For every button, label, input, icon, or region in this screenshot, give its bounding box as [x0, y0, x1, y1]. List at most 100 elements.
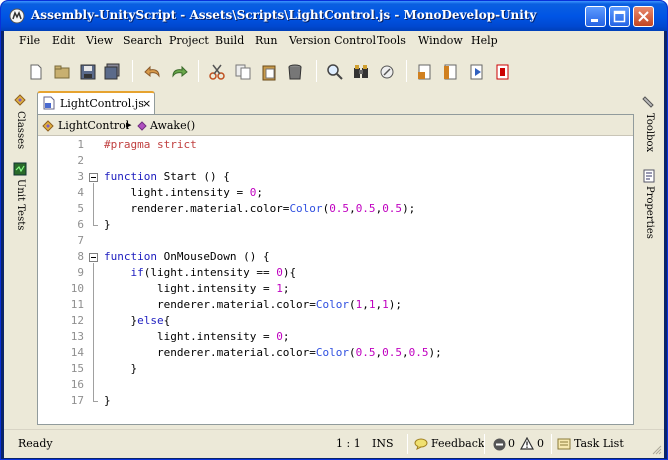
code-line: light.intensity = 1;: [104, 282, 290, 295]
line-number: 5: [77, 202, 84, 215]
status-bar: Ready 1 : 1 INS Feedback 0 0 Task List: [4, 429, 664, 457]
properties-pad-tab[interactable]: Properties: [644, 186, 655, 239]
replace-icon[interactable]: [378, 63, 396, 81]
code-area[interactable]: 1 2 3 4 5 6 7 8 9 10 11 12 13 14 15 16 1: [38, 137, 633, 424]
line-number: 7: [77, 234, 84, 247]
line-number: 12: [70, 314, 84, 327]
menu-file[interactable]: File: [19, 34, 40, 47]
code-line: renderer.material.color=Color(0.5,0.5,0.…: [104, 346, 442, 359]
menu-project[interactable]: Project: [169, 34, 209, 47]
line-number: 13: [70, 330, 84, 343]
close-button[interactable]: [633, 6, 654, 27]
warning-icon: [520, 437, 534, 450]
code-line: #pragma strict: [104, 138, 197, 151]
warning-count[interactable]: 0: [537, 437, 544, 450]
line-number: 11: [70, 298, 84, 311]
build-icon[interactable]: [416, 63, 434, 81]
line-number: 15: [70, 362, 84, 375]
toolbox-pad-tab[interactable]: Toolbox: [644, 113, 655, 152]
tab-close-icon[interactable]: ×: [142, 97, 151, 110]
code-line: }: [104, 362, 138, 375]
menu-edit[interactable]: Edit: [52, 34, 75, 47]
line-number: 4: [77, 186, 84, 199]
code-line: light.intensity = 0;: [104, 330, 290, 343]
find-icon[interactable]: [326, 63, 344, 81]
save-all-icon[interactable]: [103, 63, 121, 81]
maximize-icon: [613, 10, 626, 23]
status-separator: [551, 434, 552, 454]
breadcrumb-method[interactable]: Awake(): [150, 119, 195, 132]
method-icon: [137, 121, 147, 131]
find-in-files-icon[interactable]: [352, 63, 370, 81]
toolbar-separator: [198, 60, 199, 82]
menu-window[interactable]: Window: [418, 34, 463, 47]
menu-version-control[interactable]: Version Control: [289, 34, 376, 47]
code-line: function OnMouseDown () {: [104, 250, 270, 263]
line-number: 1: [77, 138, 84, 151]
menu-tools[interactable]: Tools: [377, 34, 406, 47]
window-title: Assembly-UnityScript - Assets\Scripts\Li…: [31, 8, 537, 22]
save-icon[interactable]: [79, 63, 97, 81]
code-text[interactable]: #pragma strict function Start () { light…: [104, 137, 624, 424]
feedback-button[interactable]: Feedback: [431, 437, 485, 450]
run-icon[interactable]: [442, 63, 460, 81]
fold-margin: [88, 137, 100, 424]
error-count[interactable]: 0: [508, 437, 515, 450]
delete-icon[interactable]: [286, 63, 304, 81]
insert-mode: INS: [372, 437, 394, 450]
classes-icon: [14, 94, 26, 106]
line-number: 17: [70, 394, 84, 407]
fold-toggle-start[interactable]: [89, 173, 98, 182]
cursor-position: 1 : 1: [336, 437, 361, 450]
editor: LightControl ▸ Awake() 1 2 3 4 5 6 7 8 9…: [37, 114, 634, 425]
menu-build[interactable]: Build: [215, 34, 244, 47]
debug-icon[interactable]: [468, 63, 486, 81]
task-list-button[interactable]: Task List: [574, 437, 624, 450]
copy-icon[interactable]: [234, 63, 252, 81]
line-number: 8: [77, 250, 84, 263]
resize-grip-icon[interactable]: [650, 443, 662, 455]
line-number: 16: [70, 378, 84, 391]
toolbar-separator: [406, 60, 407, 82]
menu-view[interactable]: View: [86, 34, 113, 47]
status-separator: [407, 434, 408, 454]
menu-help[interactable]: Help: [471, 34, 498, 47]
monodevelop-icon: [9, 8, 25, 24]
status-separator: [484, 434, 485, 454]
code-line: }else{: [104, 314, 171, 327]
toolbar-separator: [316, 60, 317, 82]
title-bar[interactable]: Assembly-UnityScript - Assets\Scripts\Li…: [1, 1, 667, 31]
new-file-icon[interactable]: [27, 63, 45, 81]
left-pad-bar: Classes Unit Tests: [4, 89, 35, 429]
menu-search[interactable]: Search: [123, 34, 162, 47]
line-number: 2: [77, 154, 84, 167]
fold-toggle-onmousedown[interactable]: [89, 253, 98, 262]
line-number-gutter: 1 2 3 4 5 6 7 8 9 10 11 12 13 14 15 16 1: [54, 137, 88, 424]
unit-tests-icon: [13, 162, 27, 176]
code-line: light.intensity = 0;: [104, 186, 263, 199]
unit-tests-pad-tab[interactable]: Unit Tests: [15, 179, 26, 230]
undo-icon[interactable]: [144, 63, 162, 81]
code-line: renderer.material.color=Color(1,1,1);: [104, 298, 403, 311]
menu-run[interactable]: Run: [255, 34, 277, 47]
class-icon: [42, 120, 54, 132]
line-number: 10: [70, 282, 84, 295]
classes-pad-tab[interactable]: Classes: [15, 111, 26, 149]
maximize-button[interactable]: [609, 6, 630, 27]
line-number: 3: [77, 170, 84, 183]
toolbox-icon: [642, 96, 654, 108]
cut-icon[interactable]: [208, 63, 226, 81]
status-text: Ready: [18, 437, 53, 450]
code-line: function Start () {: [104, 170, 230, 183]
document-tab[interactable]: LightControl.js ×: [37, 91, 155, 114]
open-icon[interactable]: [53, 63, 71, 81]
line-number: 6: [77, 218, 84, 231]
toolbar-separator: [132, 60, 133, 82]
paste-icon[interactable]: [260, 63, 278, 81]
breadcrumb-class[interactable]: LightControl: [58, 119, 129, 132]
stop-icon[interactable]: [494, 63, 512, 81]
redo-icon[interactable]: [170, 63, 188, 81]
minimize-button[interactable]: [585, 6, 606, 27]
fold-line: [93, 263, 94, 402]
feedback-icon: [414, 438, 428, 450]
